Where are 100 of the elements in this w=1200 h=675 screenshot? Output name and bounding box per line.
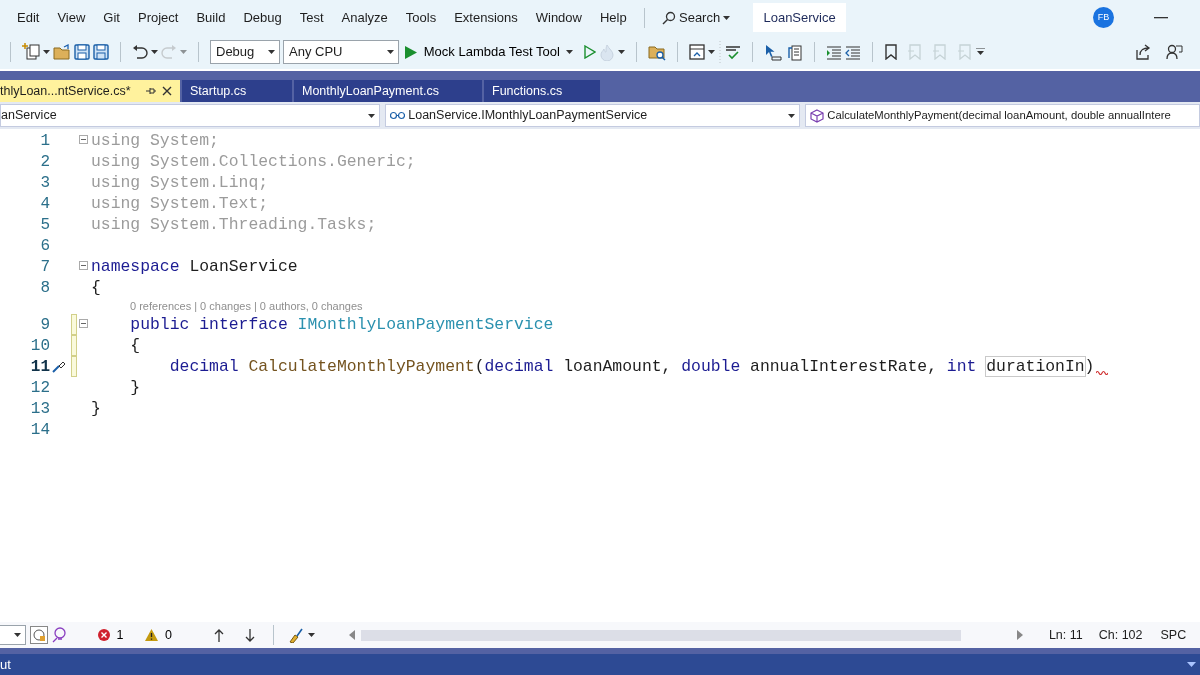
code-token: using System.Text; (91, 194, 269, 213)
code-lens[interactable]: 0 references | 0 changes | 0 authors, 0 changes (0, 298, 1200, 314)
person-icon[interactable] (1166, 44, 1183, 60)
cursor-icon[interactable] (764, 43, 783, 61)
code-token: decimal (169, 357, 239, 376)
scroll-left-icon[interactable] (348, 630, 355, 640)
caret-icon[interactable] (708, 50, 716, 54)
scroll-right-icon[interactable] (1016, 630, 1023, 640)
spell-check-icon[interactable] (725, 44, 742, 60)
code-token: interface (199, 315, 288, 334)
menu-item[interactable]: Tools (396, 7, 446, 28)
overflow-icon[interactable] (976, 48, 986, 56)
up-arrow-icon[interactable] (213, 628, 224, 642)
code-token: namespace (91, 257, 180, 276)
menu-item[interactable]: Debug (234, 7, 291, 28)
caret-icon (387, 50, 394, 54)
brush-icon[interactable] (287, 627, 304, 643)
line-number: 14 (29, 419, 50, 441)
caret-icon[interactable] (43, 50, 50, 54)
code-token: double (681, 357, 741, 376)
caret-icon (788, 113, 795, 118)
menu-item[interactable]: View (48, 7, 95, 28)
play-outline-icon[interactable] (584, 45, 597, 59)
configuration-dropdown[interactable]: Debug (210, 40, 280, 64)
code-token: ) (1084, 357, 1095, 376)
indent-icon[interactable] (826, 44, 843, 60)
menu-item[interactable]: Window (526, 7, 591, 28)
menu-item[interactable]: Help (591, 7, 636, 28)
platform-dropdown[interactable]: Any CPU (283, 40, 399, 64)
code-token: using System; (91, 131, 219, 150)
menu-item[interactable]: Analyze (332, 7, 397, 28)
new-item-icon[interactable] (22, 43, 40, 61)
search-button[interactable]: Search (652, 7, 740, 28)
file-tab[interactable]: MonthlyLoanPayment.cs (294, 80, 482, 102)
folder-search-icon[interactable] (648, 43, 667, 61)
line-number: 3 (39, 172, 50, 194)
undo-icon[interactable] (132, 44, 148, 60)
line-number: 10 (29, 335, 50, 357)
pin-icon[interactable] (145, 86, 156, 96)
member-dropdown[interactable]: CalculateMonthlyPayment(decimal loanAmount, double annualIntere (805, 104, 1200, 127)
errors-button[interactable]: 1 (92, 624, 130, 646)
code-token: { (91, 278, 101, 297)
code-token: using System.Threading.Tasks; (91, 215, 377, 234)
line-number: 1 (39, 130, 50, 152)
project-dropdown[interactable]: anService (0, 104, 380, 127)
collapse-icon[interactable] (79, 319, 88, 328)
caret-icon (268, 50, 275, 54)
interface-icon (390, 111, 405, 120)
cube-icon (810, 108, 824, 123)
search-icon (661, 10, 676, 25)
menu-item[interactable]: Git (94, 7, 129, 28)
file-tab[interactable]: thlyLoan...ntService.cs* (0, 80, 180, 102)
menu-item[interactable]: Edit (8, 7, 49, 28)
menu-item[interactable]: Test (290, 7, 333, 28)
caret-icon (368, 113, 375, 118)
file-tab[interactable]: Functions.cs (484, 80, 600, 102)
error-squiggle (1096, 369, 1109, 375)
window-icon[interactable] (689, 44, 706, 60)
dropdown[interactable] (0, 625, 26, 645)
save-all-icon[interactable] (93, 44, 109, 60)
document-icon[interactable] (785, 43, 804, 61)
code-token: } (130, 378, 141, 397)
line-number: 5 (39, 214, 50, 236)
line-number: 9 (39, 314, 50, 336)
line-number: 13 (29, 398, 50, 420)
code-token: using System.Linq; (91, 173, 269, 192)
error-icon (98, 629, 110, 641)
run-button[interactable]: Mock Lambda Test Tool (402, 41, 564, 63)
down-arrow-icon[interactable] (244, 628, 255, 642)
menu-item[interactable]: Extensions (445, 7, 527, 28)
warnings-button[interactable]: 0 (139, 624, 178, 646)
screwdriver-icon[interactable] (51, 359, 67, 374)
file-tab[interactable]: Startup.cs (182, 80, 292, 102)
dropdown-arrow-icon[interactable] (1187, 662, 1196, 667)
collapse-icon[interactable] (79, 261, 88, 270)
caret-icon[interactable] (618, 50, 626, 54)
code-token: ( (474, 357, 485, 376)
share-icon[interactable] (1134, 44, 1151, 60)
column-indicator: Ch: 102 (1098, 626, 1143, 644)
bookmark-icon[interactable] (884, 44, 899, 60)
collapse-icon[interactable] (79, 135, 88, 144)
line-number: 4 (39, 193, 50, 215)
code-token: IMonthlyLoanPaymentService (297, 315, 554, 334)
dotted-separator-icon[interactable] (718, 41, 723, 63)
user-avatar[interactable]: FB (1093, 7, 1114, 28)
caret-icon[interactable] (566, 50, 574, 54)
line-number: 12 (29, 377, 50, 399)
menu-item[interactable]: Project (129, 7, 188, 28)
warning-icon (145, 629, 159, 641)
caret-icon[interactable] (307, 633, 315, 637)
minimize-icon[interactable] (1154, 16, 1168, 19)
output-tab[interactable]: ut (0, 654, 11, 675)
close-icon[interactable] (162, 86, 172, 96)
type-dropdown[interactable]: LoanService.IMonthlyLoanPaymentService (385, 104, 800, 127)
save-icon[interactable] (74, 44, 90, 60)
outdent-icon[interactable] (845, 44, 862, 60)
open-folder-icon[interactable] (53, 44, 71, 60)
scroll-bar[interactable] (360, 629, 961, 641)
menu-item[interactable]: Build (187, 7, 235, 28)
caret-icon[interactable] (151, 50, 158, 54)
